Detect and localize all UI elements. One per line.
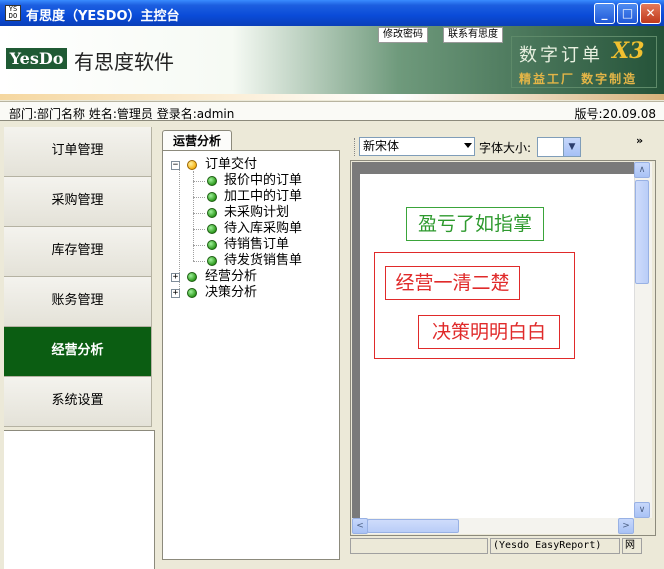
version-number: 版号:20.09.08: [574, 107, 656, 121]
window-title: 有思度（YESDO）主控台: [26, 9, 180, 24]
chevron-down-icon[interactable]: ▼: [563, 138, 580, 156]
status-dot-icon: [207, 192, 217, 202]
maximize-button[interactable]: □: [617, 3, 638, 24]
nav-item-business-analysis[interactable]: 经营分析: [4, 327, 152, 377]
folder-open-icon: [187, 160, 197, 170]
status-bar: (Yesdo EasyReport) 网: [350, 538, 656, 556]
font-size-select[interactable]: ▼: [537, 137, 581, 157]
font-family-value: 新宋体: [363, 139, 400, 153]
product-title: 数字订单: [519, 45, 603, 66]
tree-connector: [193, 229, 205, 230]
change-password-link[interactable]: 修改密码: [378, 27, 428, 43]
status-cell-main: [350, 538, 488, 554]
status-dot-icon: [207, 208, 217, 218]
sidebar-nav: 订单管理 采购管理 库存管理 账务管理 经营分析 系统设置: [4, 127, 152, 427]
collapse-icon[interactable]: −: [171, 161, 180, 170]
status-cell-product: (Yesdo EasyReport): [490, 538, 620, 554]
vertical-scroll-thumb[interactable]: [635, 180, 649, 284]
close-button[interactable]: ✕: [640, 3, 661, 24]
header-divider: [0, 94, 664, 100]
scroll-left-button[interactable]: <: [352, 518, 368, 534]
tree-item[interactable]: 待入库采购单: [224, 221, 302, 237]
tree-connector: [193, 171, 194, 261]
tree-node-business-analysis[interactable]: 经营分析: [205, 269, 257, 285]
status-dot-icon: [187, 288, 197, 298]
app-logo-icon: YS DO: [5, 5, 21, 21]
expand-icon[interactable]: +: [171, 273, 180, 282]
status-dot-icon: [187, 272, 197, 282]
status-cell-link[interactable]: 网: [622, 538, 642, 554]
tree-item[interactable]: 报价中的订单: [224, 173, 302, 189]
dropdown-arrow-icon: [464, 143, 472, 148]
tree-connector: [193, 181, 205, 182]
product-slogan: 精益工厂 数字制造: [519, 72, 638, 86]
nav-item-orders[interactable]: 订单管理: [4, 127, 152, 177]
tree-connector: [193, 261, 205, 262]
status-dot-icon: [207, 240, 217, 250]
nav-item-inventory[interactable]: 库存管理: [4, 227, 152, 277]
toolbar-overflow-button[interactable]: »: [636, 134, 643, 147]
minimize-button[interactable]: _: [594, 3, 615, 24]
font-size-label: 字体大小:: [479, 141, 532, 155]
status-dot-icon: [207, 224, 217, 234]
report-label-decisions[interactable]: 决策明明白白: [418, 315, 560, 349]
sidebar-empty-area: [4, 430, 155, 569]
horizontal-scroll-thumb[interactable]: [367, 519, 459, 533]
company-name: 有思度软件: [74, 50, 174, 74]
nav-item-settings[interactable]: 系统设置: [4, 377, 152, 427]
tree-connector: [193, 213, 205, 214]
info-bar: 部门:部门名称 姓名:管理员 登录名:admin 版号:20.09.08: [0, 101, 664, 121]
tab-operations-analysis[interactable]: 运营分析: [162, 130, 232, 151]
scroll-down-button[interactable]: ∨: [634, 502, 650, 518]
report-label-operations[interactable]: 经营一清二楚: [385, 266, 520, 300]
scroll-up-button[interactable]: ∧: [634, 162, 650, 178]
title-bar: YS DO 有思度（YESDO）主控台 _ □ ✕: [0, 0, 664, 26]
tree-connector: [193, 245, 205, 246]
font-family-select[interactable]: 新宋体: [359, 137, 475, 156]
expand-icon[interactable]: +: [171, 289, 180, 298]
tree-panel: − 订单交付 报价中的订单 加工中的订单 未采购计划 待入库采购单 待销售订单 …: [162, 150, 340, 560]
user-info: 部门:部门名称 姓名:管理员 登录名:admin: [9, 107, 235, 121]
nav-item-accounts[interactable]: 账务管理: [4, 277, 152, 327]
tree-node-decision-analysis[interactable]: 决策分析: [205, 285, 257, 301]
report-label-profit[interactable]: 盈亏了如指掌: [406, 207, 544, 241]
scroll-right-button[interactable]: >: [618, 518, 634, 534]
tree-root-order-delivery[interactable]: 订单交付: [205, 157, 257, 173]
tree-item[interactable]: 待发货销售单: [224, 253, 302, 269]
contact-link[interactable]: 联系有思度: [443, 27, 503, 43]
tree-connector: [193, 197, 205, 198]
tree-item[interactable]: 加工中的订单: [224, 189, 302, 205]
nav-item-purchasing[interactable]: 采购管理: [4, 177, 152, 227]
status-dot-icon: [207, 176, 217, 186]
tree-item[interactable]: 待销售订单: [224, 237, 289, 253]
toolbar-grip[interactable]: [354, 138, 358, 156]
tree-item[interactable]: 未采购计划: [224, 205, 289, 221]
status-dot-icon: [207, 256, 217, 266]
product-version: X3: [612, 38, 645, 64]
brand-logo: YesDo: [6, 48, 67, 69]
scrollbar-corner: [634, 518, 651, 534]
